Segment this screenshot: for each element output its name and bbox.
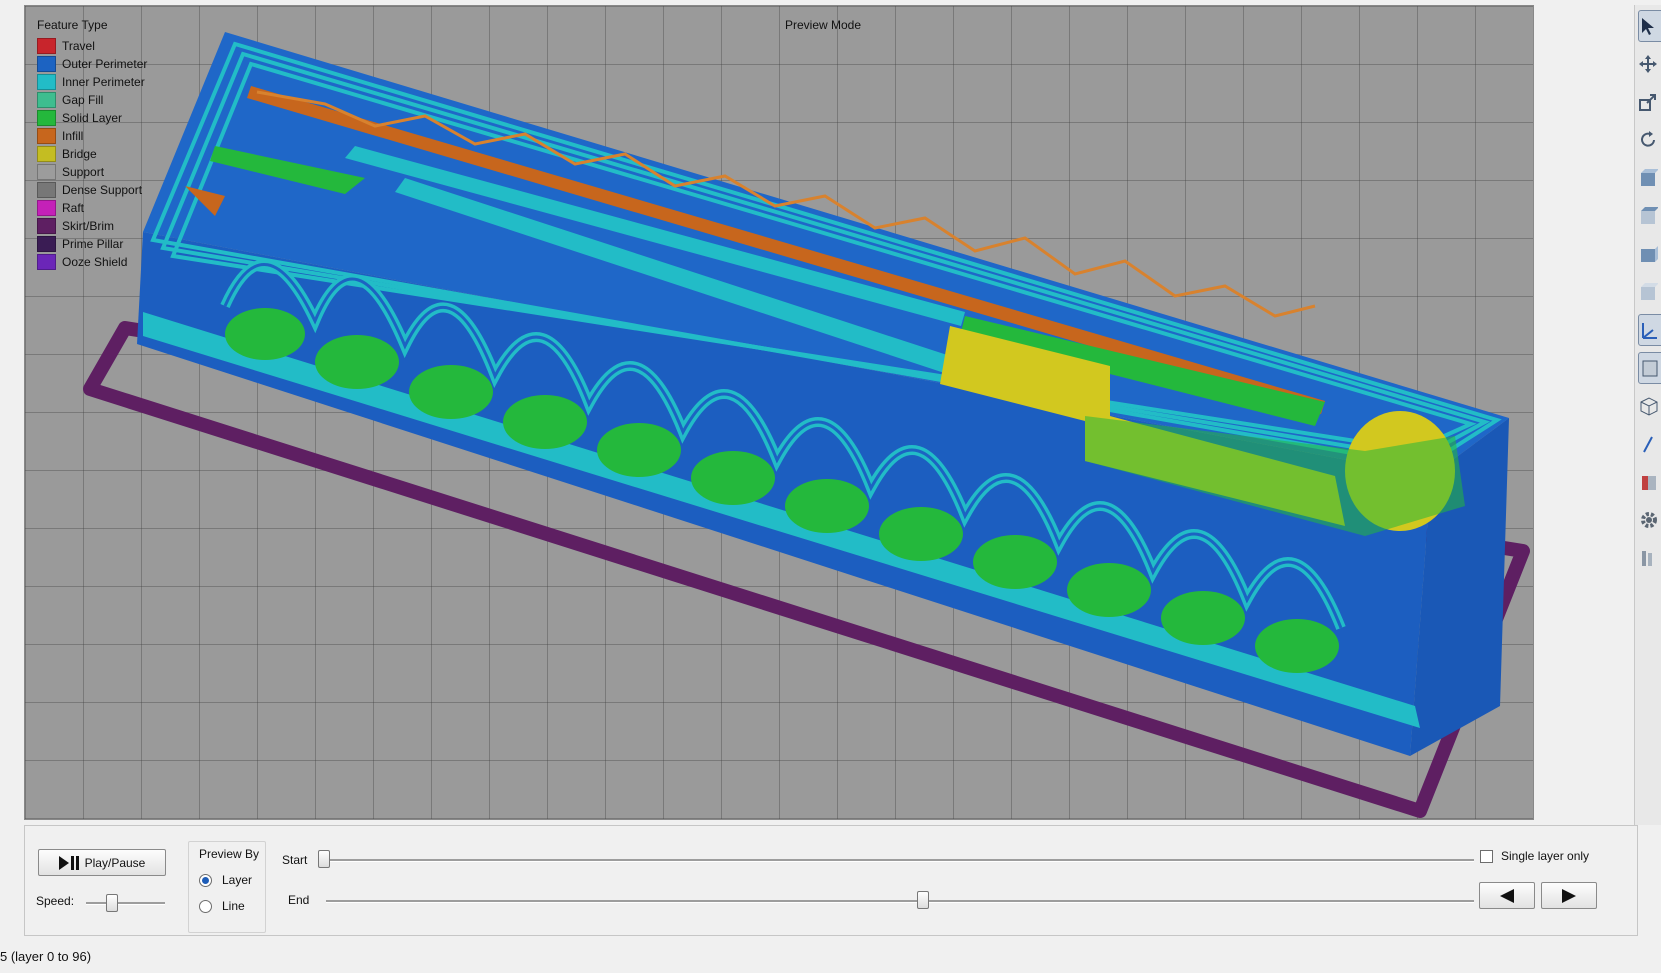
3d-preview-viewport[interactable]: Feature Type Travel Outer Perimeter Inner … <box>24 5 1534 820</box>
speed-label: Speed: <box>36 894 75 908</box>
legend-label: Solid Layer <box>62 111 123 125</box>
legend-swatch <box>37 56 56 72</box>
legend-item: Outer Perimeter <box>37 55 147 73</box>
play-pause-icon <box>58 855 79 870</box>
scale-icon[interactable] <box>1638 86 1661 118</box>
legend-swatch <box>37 110 56 126</box>
legend-label: Raft <box>62 201 85 215</box>
preview-by-line-option[interactable]: Line <box>199 899 245 913</box>
status-bar-text: 5 (layer 0 to 96) <box>0 949 92 964</box>
legend-item: Raft <box>37 199 147 217</box>
legend-label: Outer Perimeter <box>62 57 148 71</box>
legend-item: Infill <box>37 127 147 145</box>
legend-label: Prime Pillar <box>62 237 124 251</box>
legend-item: Travel <box>37 37 147 55</box>
legend-item: Ooze Shield <box>37 253 147 271</box>
legend-swatch <box>37 128 56 144</box>
select-arrow-icon[interactable] <box>1638 10 1661 42</box>
layers-icon[interactable] <box>1638 542 1661 574</box>
normal-icon[interactable] <box>1638 428 1661 460</box>
sliced-model-preview <box>83 32 1530 818</box>
legend-swatch <box>37 38 56 54</box>
speed-slider-track[interactable] <box>86 902 165 905</box>
line-radio[interactable] <box>199 899 212 913</box>
feature-type-legend: Feature Type Travel Outer Perimeter Inner … <box>37 18 147 271</box>
legend-label: Ooze Shield <box>62 255 128 269</box>
cube-top-icon[interactable] <box>1638 200 1661 232</box>
preview-by-layer-option[interactable]: Layer <box>199 873 252 887</box>
legend-item: Gap Fill <box>37 91 147 109</box>
legend-swatch <box>37 92 56 108</box>
rotate-icon[interactable] <box>1638 124 1661 156</box>
move-icon[interactable] <box>1638 48 1661 80</box>
cube-side-icon[interactable] <box>1638 238 1661 270</box>
legend-swatch <box>37 164 56 180</box>
preview-mode-label: Preview Mode <box>785 18 862 32</box>
preview-by-group: Preview By Layer Line <box>188 841 266 933</box>
legend-label: Dense Support <box>62 183 143 197</box>
legend-swatch <box>37 74 56 90</box>
legend-item: Support <box>37 163 147 181</box>
preview-by-title: Preview By <box>199 847 260 861</box>
right-toolbar <box>1634 5 1661 825</box>
section-icon[interactable] <box>1638 466 1661 498</box>
end-label: End <box>288 893 310 907</box>
cube-front-icon[interactable] <box>1638 162 1661 194</box>
legend-label: Gap Fill <box>62 93 104 107</box>
legend-label: Travel <box>62 39 95 53</box>
single-layer-label: Single layer only <box>1501 849 1590 863</box>
legend-swatch <box>37 182 56 198</box>
legend-label: Infill <box>62 129 84 143</box>
legend-item: Dense Support <box>37 181 147 199</box>
legend-item: Prime Pillar <box>37 235 147 253</box>
single-layer-checkbox[interactable] <box>1480 849 1493 863</box>
next-layer-button[interactable] <box>1541 882 1597 909</box>
legend-title: Feature Type <box>37 18 108 32</box>
play-pause-button[interactable]: Play/Pause <box>38 849 166 876</box>
legend-label: Bridge <box>62 147 97 161</box>
previous-layer-button[interactable] <box>1479 882 1535 909</box>
start-label: Start <box>282 853 308 867</box>
legend-item: Bridge <box>37 145 147 163</box>
box-view-icon[interactable] <box>1638 352 1661 384</box>
speed-slider-handle[interactable] <box>106 894 119 912</box>
axis-icon[interactable] <box>1638 314 1661 346</box>
arrow-right-icon <box>1562 888 1576 903</box>
legend-item: Skirt/Brim <box>37 217 147 235</box>
layer-radio-label: Layer <box>222 873 253 887</box>
gear-icon[interactable] <box>1638 504 1661 536</box>
wireframe-icon[interactable] <box>1638 390 1661 422</box>
legend-swatch <box>37 254 56 270</box>
end-slider-handle[interactable] <box>916 891 929 909</box>
layer-radio[interactable] <box>199 873 212 887</box>
legend-swatch <box>37 200 56 216</box>
start-slider-handle[interactable] <box>318 850 330 868</box>
legend-item: Solid Layer <box>37 109 147 127</box>
legend-swatch <box>37 218 56 234</box>
legend-label: Skirt/Brim <box>62 219 114 233</box>
end-slider-track[interactable] <box>326 900 1474 903</box>
single-layer-option[interactable]: Single layer only <box>1480 849 1589 863</box>
play-pause-label: Play/Pause <box>84 855 146 870</box>
legend-label: Inner Perimeter <box>62 75 145 89</box>
start-slider-track[interactable] <box>318 859 1474 862</box>
animation-control-panel: Play/Pause Speed: Preview By Layer Line … <box>24 825 1638 936</box>
legend-swatch <box>37 146 56 162</box>
legend-label: Support <box>62 165 105 179</box>
line-radio-label: Line <box>222 899 245 913</box>
legend-swatch <box>37 236 56 252</box>
arrow-left-icon <box>1500 888 1514 903</box>
legend-item: Inner Perimeter <box>37 73 147 91</box>
cube-iso-icon[interactable] <box>1638 276 1661 308</box>
